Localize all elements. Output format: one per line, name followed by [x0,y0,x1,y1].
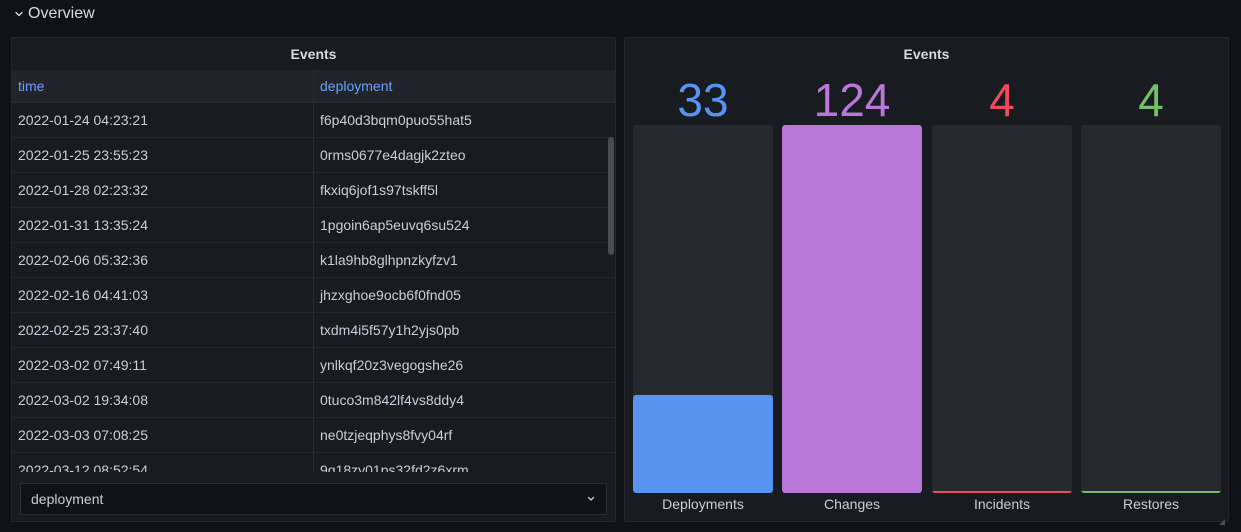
table-row: 2022-03-02 07:49:11 ynlkqf20z3vegogshe26 [12,348,615,383]
panel-title: Events [290,46,337,62]
gauge-fill [633,395,773,493]
events-table-panel: Events time deployment 2022-01-24 04:23:… [11,37,616,522]
gauge-fill [932,491,1072,493]
gauge-value: 4 [1138,74,1164,126]
cell-deployment: fkxiq6jof1s97tskff5l [320,182,439,198]
row-title: Overview [28,5,95,22]
table-row: 2022-01-24 04:23:21 f6p40d3bqm0puo55hat5 [12,103,615,138]
events-table: time deployment 2022-01-24 04:23:21 f6p40… [12,70,615,472]
table-row: 2022-03-02 19:34:08 0tuco3m842lf4vs8ddy4 [12,383,615,418]
cell-deployment: ynlkqf20z3vegogshe26 [320,357,464,373]
gauge-track [633,125,773,493]
bar-gauge-restores: 4 Restores [1081,38,1221,523]
chevron-down-icon [14,9,24,19]
table-row: 2022-03-03 07:08:25 ne0tzjeqphys8fvy04rf [12,418,615,453]
gauge-track [932,125,1072,493]
table-row: 2022-01-28 02:23:32 fkxiq6jof1s97tskff5l [12,173,615,208]
gauge-label: Incidents [973,496,1031,512]
cell-deployment: ne0tzjeqphys8fvy04rf [320,427,453,443]
field-select[interactable]: deployment [20,483,607,515]
table-scrollbar[interactable] [608,137,614,255]
cell-deployment: 0rms0677e4dagjk2zteo [320,147,466,163]
gauge-track [1081,125,1221,493]
table-row: 2022-02-16 04:41:03 jhzxghoe9ocb6f0fnd05 [12,278,615,313]
gauge-value: 4 [989,74,1015,126]
bar-gauge-deployments: 33 Deployments [633,38,773,523]
table-row: 2022-01-31 13:35:24 1pgoin6ap5euvq6su524 [12,208,615,243]
gauge-track [782,125,922,493]
chevron-down-icon [586,491,596,507]
cell-deployment: jhzxghoe9ocb6f0fnd05 [320,287,461,303]
events-bargauge-panel: Events 33 Deployments 124 Changes 4 Incidents… [624,37,1229,525]
table-row: 2022-01-25 23:55:23 0rms0677e4dagjk2zteo [12,138,615,173]
table-row: 2022-03-12 08:52:54 9q18zy01ps32fd2z6xrm [12,453,615,472]
cell-time: 2022-03-03 07:08:25 [12,418,314,452]
cell-deployment: 1pgoin6ap5euvq6su524 [320,217,470,233]
gauge-label: Restores [1122,496,1180,512]
cell-deployment: 9q18zy01ps32fd2z6xrm [320,462,469,472]
bar-gauge-changes: 124 Changes [782,38,922,523]
gauge-fill [782,125,922,493]
gauge-fill [1081,491,1221,493]
cell-time: 2022-02-06 05:32:36 [12,243,314,277]
cell-time: 2022-01-31 13:35:24 [12,208,314,242]
table-body: 2022-01-24 04:23:21 f6p40d3bqm0puo55hat5 2… [12,103,615,472]
table-header: time deployment [12,70,615,103]
cell-time: 2022-03-02 19:34:08 [12,383,314,417]
cell-time: 2022-02-25 23:37:40 [12,313,314,347]
gauge-value: 124 [813,74,891,126]
cell-deployment: k1la9hb8glhpnzkyfzv1 [320,252,458,268]
table-row: 2022-02-25 23:37:40 txdm4i5f57y1h2yjs0pb [12,313,615,348]
gauge-label: Deployments [662,496,744,512]
cell-time: 2022-03-12 08:52:54 [12,453,314,472]
table-row: 2022-02-06 05:32:36 k1la9hb8glhpnzkyfzv1 [12,243,615,278]
field-select-value: deployment [31,491,104,507]
gauge-label: Changes [823,496,881,512]
gauge-value: 33 [677,74,729,126]
cell-deployment: txdm4i5f57y1h2yjs0pb [320,322,460,338]
row-header-overview[interactable]: Overview [14,3,95,25]
column-header-deployment[interactable]: deployment [314,70,607,102]
cell-time: 2022-01-25 23:55:23 [12,138,314,172]
bar-gauge-incidents: 4 Incidents [932,38,1072,523]
cell-time: 2022-01-28 02:23:32 [12,173,314,207]
cell-time: 2022-01-24 04:23:21 [12,103,314,137]
cell-time: 2022-03-02 07:49:11 [12,348,314,382]
column-header-time[interactable]: time [12,70,314,102]
cell-time: 2022-02-16 04:41:03 [12,278,314,312]
cell-deployment: 0tuco3m842lf4vs8ddy4 [320,392,464,408]
cell-deployment: f6p40d3bqm0puo55hat5 [320,112,472,128]
resize-handle-icon[interactable] [1219,512,1225,525]
